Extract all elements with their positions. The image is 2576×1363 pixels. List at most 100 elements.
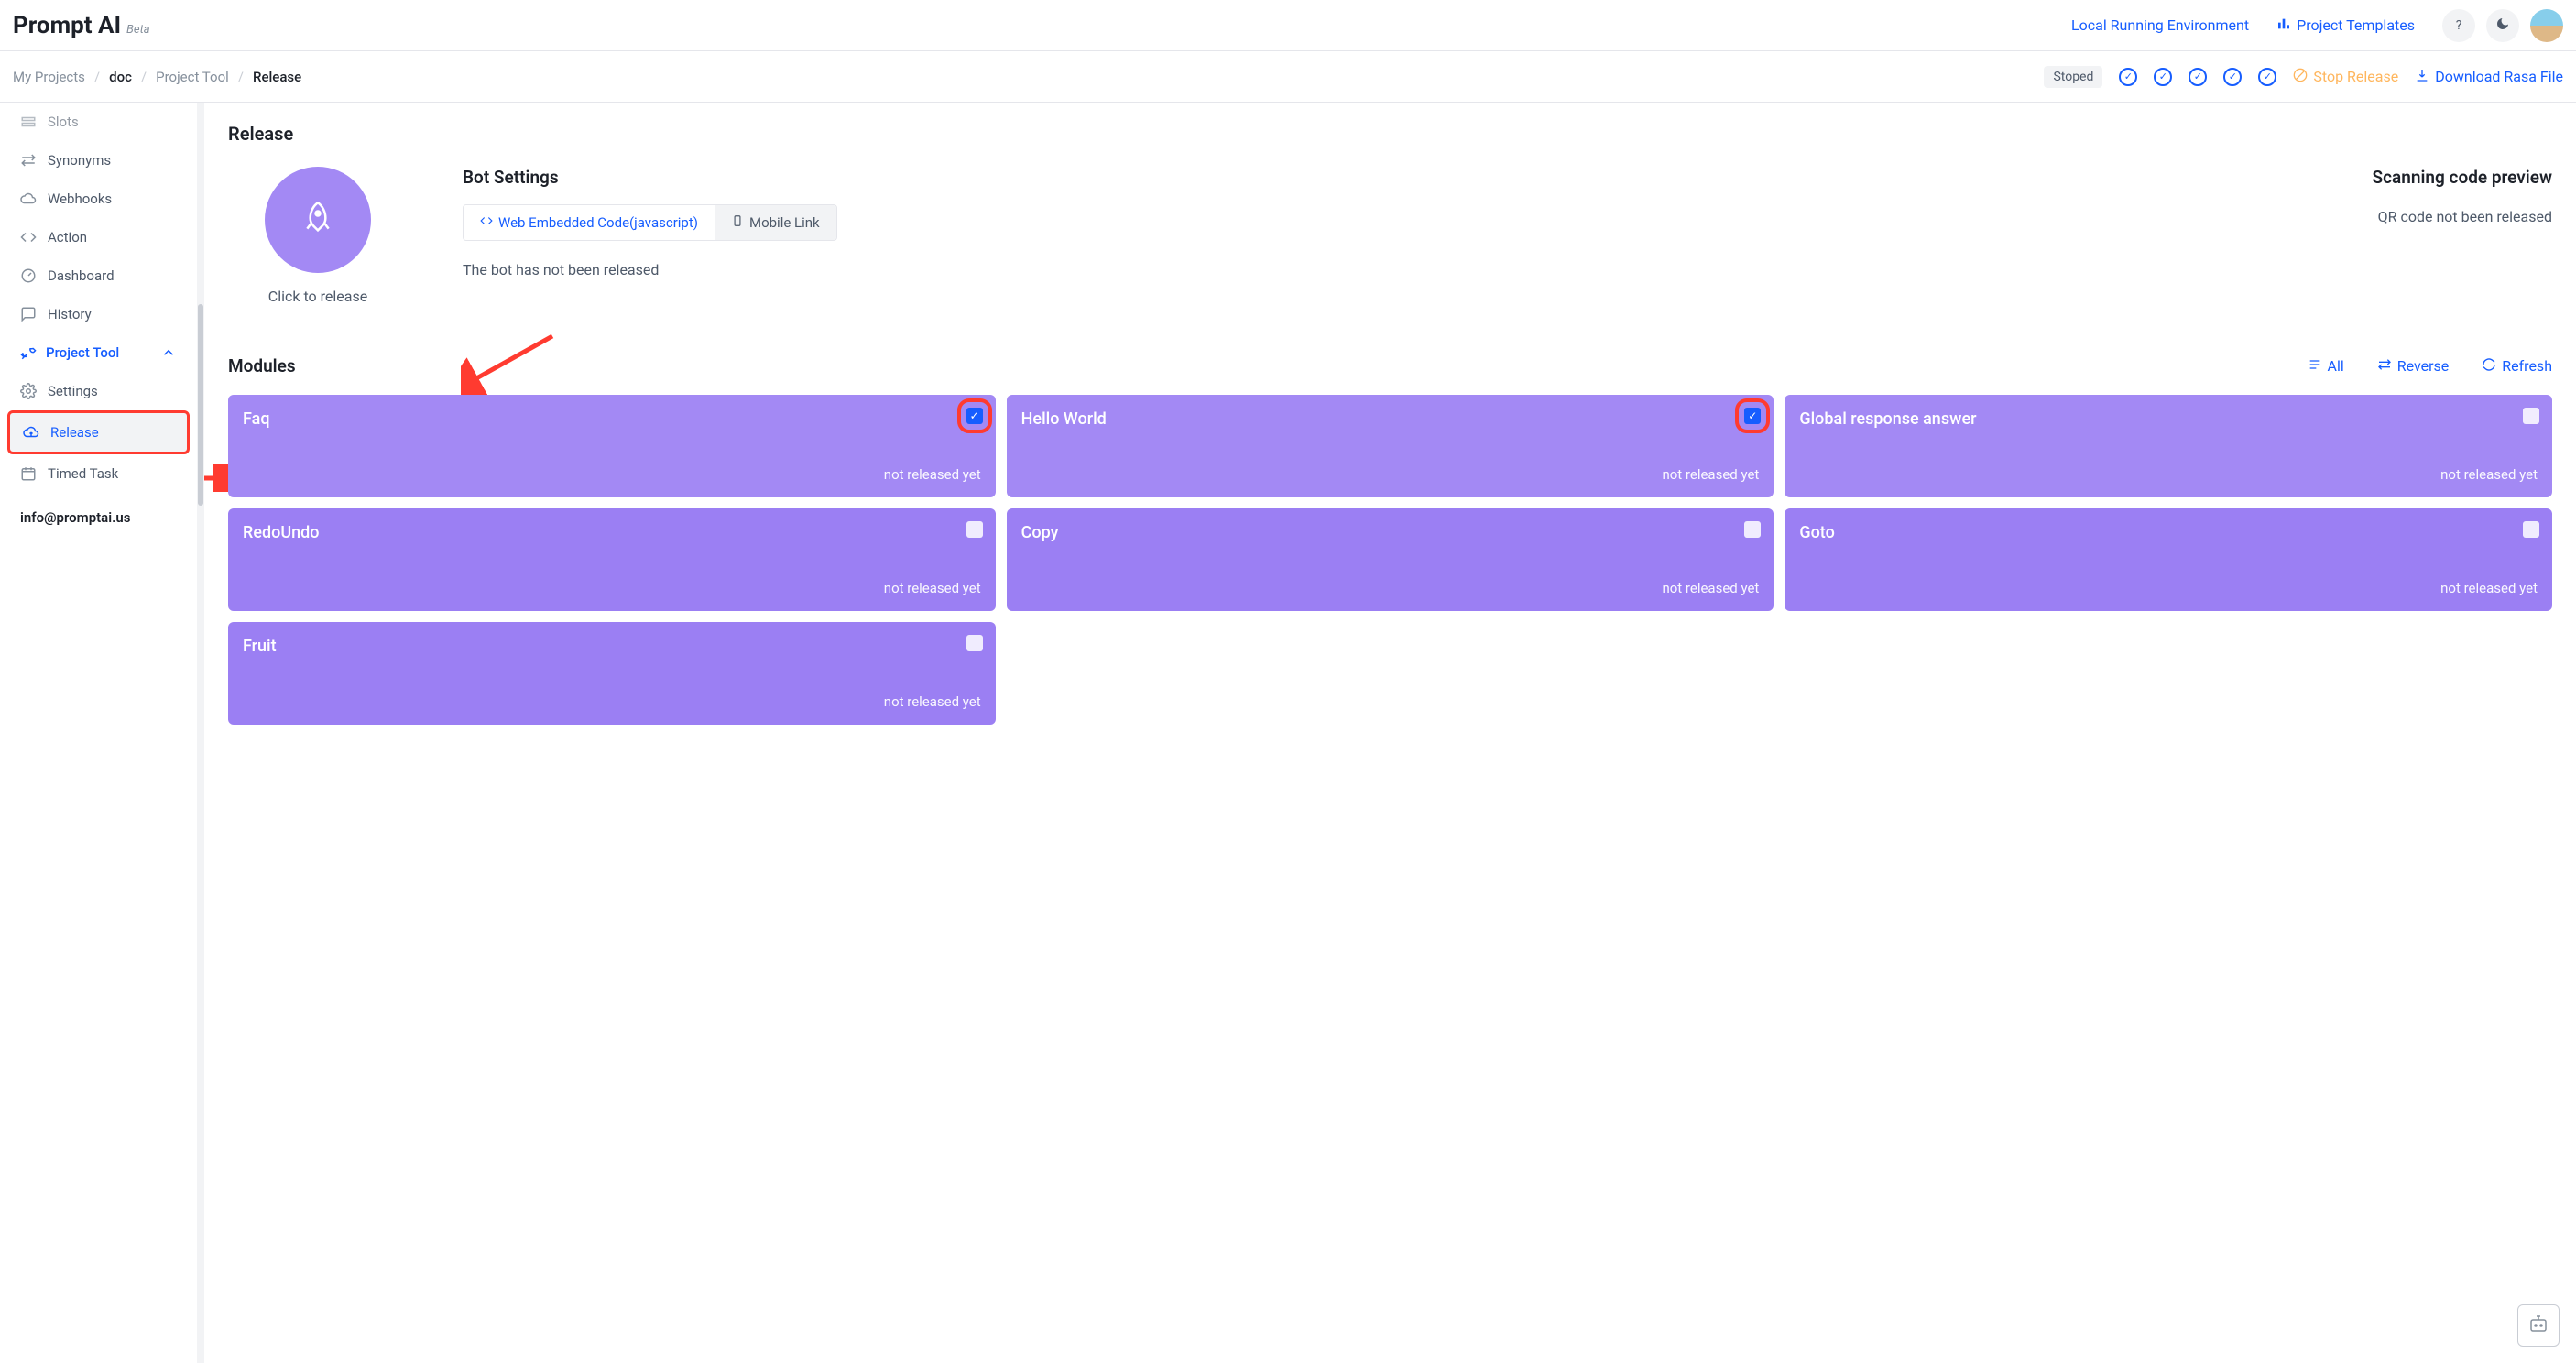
module-status: not released yet	[243, 693, 981, 710]
swap-icon	[20, 152, 37, 169]
theme-toggle[interactable]	[2486, 9, 2519, 42]
release-caption: Click to release	[265, 288, 371, 305]
sidebar-scrollbar[interactable]	[197, 103, 204, 1363]
crumb-section[interactable]: Project Tool	[156, 69, 229, 85]
module-checkbox[interactable]	[966, 635, 983, 651]
module-card[interactable]: Global response answer not released yet	[1785, 395, 2552, 497]
module-name: Hello World	[1021, 409, 1760, 429]
breadcrumb-bar: My Projects / doc / Project Tool / Relea…	[0, 51, 2576, 103]
sidebar-item-label: Release	[50, 424, 99, 441]
module-checkbox[interactable]	[966, 521, 983, 538]
module-card[interactable]: Goto not released yet	[1785, 508, 2552, 611]
download-icon	[2415, 68, 2429, 86]
modules-all-button[interactable]: All	[2308, 357, 2344, 376]
module-name: Goto	[1799, 523, 2538, 542]
stop-release-label: Stop Release	[2313, 68, 2398, 85]
module-card[interactable]: Copy not released yet	[1007, 508, 1774, 611]
module-card[interactable]: Fruit not released yet	[228, 622, 996, 725]
swap-icon	[2377, 357, 2392, 376]
sidebar-item-label: Settings	[48, 383, 98, 399]
sidebar-item-slots[interactable]: Slots	[7, 110, 190, 141]
gear-icon	[20, 383, 37, 399]
module-checkbox[interactable]	[2523, 408, 2539, 424]
sidebar-group-project-tool[interactable]: Project Tool	[7, 333, 190, 372]
module-name: Global response answer	[1799, 409, 2538, 429]
pipeline-step-icon: ✓	[2258, 68, 2276, 86]
list-icon	[2308, 357, 2322, 376]
module-card[interactable]: RedoUndonot released yet	[228, 508, 996, 611]
sidebar-item-synonyms[interactable]: Synonyms	[7, 141, 190, 180]
module-name: Fruit	[243, 637, 981, 656]
sidebar-item-label: Action	[48, 229, 87, 245]
module-status: not released yet	[1021, 466, 1760, 483]
help-button[interactable]: ?	[2442, 9, 2475, 42]
sidebar-item-timed-task[interactable]: Timed Task	[7, 454, 190, 493]
module-status: not released yet	[1021, 580, 1760, 596]
calendar-icon	[20, 465, 37, 482]
module-status: not released yet	[1799, 580, 2538, 596]
crumb-project[interactable]: doc	[109, 69, 132, 85]
tab-mobile-link[interactable]: Mobile Link	[715, 205, 836, 240]
action-label: Refresh	[2502, 357, 2552, 375]
release-section-title: Release	[228, 123, 2552, 145]
stop-release-button[interactable]: Stop Release	[2293, 68, 2398, 86]
tab-label: Web Embedded Code(javascript)	[498, 214, 698, 231]
moon-icon	[2495, 16, 2510, 35]
modules-refresh-button[interactable]: Refresh	[2482, 357, 2552, 376]
sidebar-item-action[interactable]: Action	[7, 218, 190, 256]
status-badge: Stoped	[2044, 66, 2102, 88]
brand-name: Prompt AI	[13, 12, 121, 39]
cloud-icon	[20, 191, 37, 207]
dashboard-icon	[20, 267, 37, 284]
crumb-root[interactable]: My Projects	[13, 69, 85, 85]
local-env-link[interactable]: Local Running Environment	[2071, 16, 2249, 34]
rocket-icon	[300, 200, 336, 240]
module-card[interactable]: Faq not released yet ✓	[228, 395, 996, 497]
sidebar-item-settings[interactable]: Settings	[7, 372, 190, 410]
project-templates-link[interactable]: Project Templates	[2276, 16, 2415, 35]
qr-message: QR code not been released	[2373, 208, 2552, 225]
sidebar-item-label: Timed Task	[48, 465, 118, 482]
sidebar-item-webhooks[interactable]: Webhooks	[7, 180, 190, 218]
modules-reverse-button[interactable]: Reverse	[2377, 357, 2450, 376]
stop-icon	[2293, 68, 2308, 86]
module-checkbox[interactable]	[1744, 521, 1761, 538]
module-checkbox[interactable]: ✓	[966, 408, 983, 424]
bot-settings-column: Bot Settings Web Embedded Code(javascrip…	[463, 167, 2318, 278]
module-status: not released yet	[243, 466, 981, 483]
brand: Prompt AI Beta	[13, 12, 150, 39]
bot-icon	[2527, 1313, 2549, 1338]
chat-fab[interactable]	[2517, 1304, 2560, 1347]
sidebar: Slots Synonyms Webhooks Action Dashboard…	[0, 103, 197, 1363]
sidebar-group-label: Project Tool	[46, 344, 119, 361]
mobile-icon	[731, 214, 744, 231]
tab-web-embedded[interactable]: Web Embedded Code(javascript)	[464, 205, 715, 240]
sidebar-item-history[interactable]: History	[7, 295, 190, 333]
release-button[interactable]	[265, 167, 371, 273]
qr-column: Scanning code preview QR code not been r…	[2373, 167, 2552, 225]
sidebar-item-label: History	[48, 306, 92, 322]
avatar[interactable]	[2530, 9, 2563, 42]
module-status: not released yet	[1799, 466, 2538, 483]
sidebar-item-label: Dashboard	[48, 267, 115, 284]
module-grid: Faqnot released yet✓Hello Worldnot relea…	[228, 395, 2552, 725]
module-checkbox[interactable]	[2523, 521, 2539, 538]
module-name: Faq	[243, 409, 981, 429]
module-checkbox[interactable]: ✓	[1744, 408, 1761, 424]
module-card[interactable]: Hello World not released yet ✓	[1007, 395, 1774, 497]
main-content: Release Click to release Bot Settings We…	[204, 103, 2576, 1363]
action-label: All	[2328, 357, 2344, 375]
sidebar-item-release[interactable]: Release	[7, 410, 190, 454]
sidebar-item-label: Webhooks	[48, 191, 112, 207]
chevron-up-icon	[160, 344, 177, 361]
sidebar-item-dashboard[interactable]: Dashboard	[7, 256, 190, 295]
app-header: Prompt AI Beta Local Running Environment…	[0, 0, 2576, 51]
modules-title: Modules	[228, 355, 296, 376]
sidebar-item-label: Synonyms	[48, 152, 111, 169]
question-icon: ?	[2456, 18, 2462, 33]
slots-icon	[20, 114, 37, 130]
brand-beta: Beta	[126, 23, 150, 37]
module-name: Copy	[1021, 523, 1760, 542]
download-rasa-button[interactable]: Download Rasa File	[2415, 68, 2563, 86]
sidebar-item-label: Slots	[48, 114, 79, 130]
